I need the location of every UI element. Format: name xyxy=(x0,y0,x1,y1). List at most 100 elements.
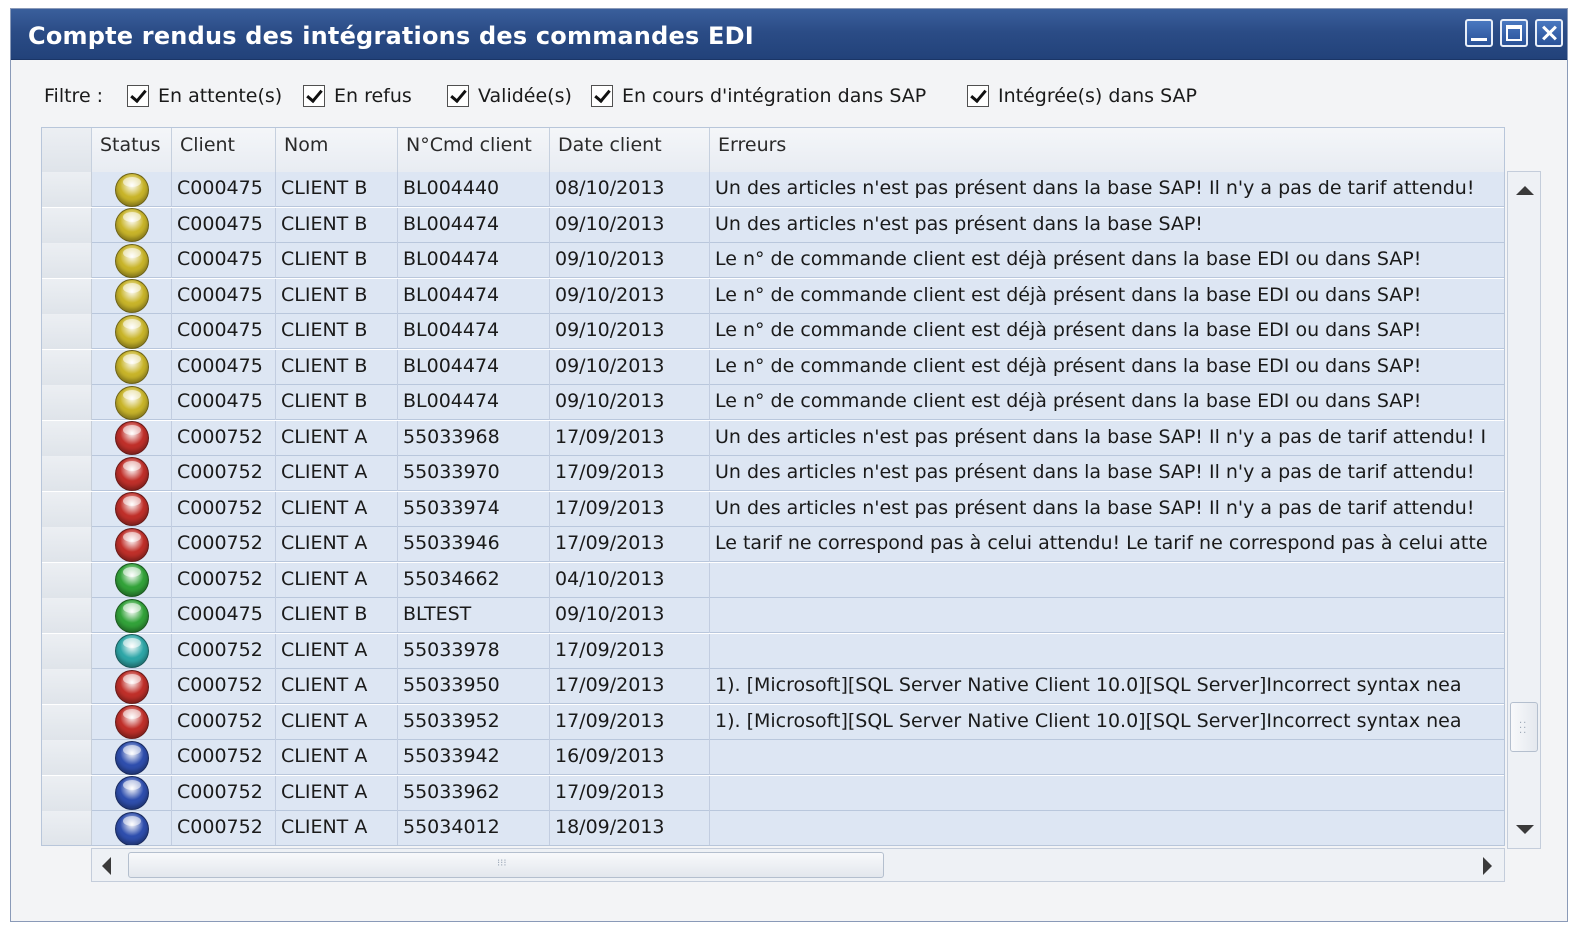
filter-option-label[interactable]: En cours d'intégration dans SAP xyxy=(622,85,926,107)
status-cell xyxy=(92,704,172,740)
table-row[interactable]: C000752 CLIENT A 55033978 17/09/2013 xyxy=(42,633,1504,669)
table-row[interactable]: C000475 CLIENT B BL004474 09/10/2013 Le n° d… xyxy=(42,243,1504,278)
date-client-header[interactable]: Date client xyxy=(550,128,710,172)
cmd-client-cell: 55034012 xyxy=(398,811,550,845)
red-status-icon xyxy=(114,421,149,455)
row-selector[interactable] xyxy=(42,243,92,278)
table-row[interactable]: C000752 CLIENT A 55034012 18/09/2013 xyxy=(42,811,1504,845)
vertical-scrollbar[interactable]: ·· ·· ·· xyxy=(1507,171,1541,849)
checkbox-icon[interactable] xyxy=(127,85,149,107)
yellow-status-icon xyxy=(114,172,149,207)
filter-option-label[interactable]: En attente(s) xyxy=(158,85,282,107)
vertical-scroll-thumb[interactable]: ·· ·· ·· xyxy=(1510,702,1538,752)
row-selector[interactable] xyxy=(42,598,92,633)
horizontal-scroll-thumb[interactable]: ⁝⁝⁝ xyxy=(128,852,884,878)
row-selector[interactable] xyxy=(42,527,92,562)
row-selector-header[interactable] xyxy=(42,128,92,172)
client-cell: C000475 xyxy=(172,349,276,385)
table-row[interactable]: C000752 CLIENT A 55033942 16/09/2013 xyxy=(42,740,1504,775)
scroll-down-icon[interactable] xyxy=(1516,825,1534,834)
title-bar[interactable]: Compte rendus des intégrations des comma… xyxy=(11,9,1567,60)
filter-option-label[interactable]: En refus xyxy=(334,85,412,107)
table-row[interactable]: C000475 CLIENT B BL004474 09/10/2013 Le n° d… xyxy=(42,278,1504,314)
row-selector[interactable] xyxy=(42,775,92,811)
filter-option[interactable]: Validée(s) xyxy=(447,82,572,110)
client-cell: C000752 xyxy=(172,420,276,456)
table-row[interactable]: C000752 CLIENT A 55034662 04/10/2013 xyxy=(42,562,1504,598)
filter-option[interactable]: En cours d'intégration dans SAP xyxy=(591,82,926,110)
row-selector[interactable] xyxy=(42,385,92,420)
status-cell xyxy=(92,349,172,385)
close-icon[interactable] xyxy=(1535,19,1563,47)
scroll-left-icon[interactable] xyxy=(102,857,111,875)
nom-cell: CLIENT B xyxy=(276,385,398,420)
cmd-client-cell: 55033974 xyxy=(398,491,550,527)
client-header[interactable]: Client xyxy=(172,128,276,172)
cmd-client-cell: BL004474 xyxy=(398,385,550,420)
table-row[interactable]: C000475 CLIENT B BLTEST 09/10/2013 xyxy=(42,598,1504,633)
row-selector[interactable] xyxy=(42,314,92,349)
cmd-client-cell: BL004474 xyxy=(398,349,550,385)
row-selector[interactable] xyxy=(42,456,92,491)
table-row[interactable]: C000752 CLIENT A 55033950 17/09/2013 1). [Mi… xyxy=(42,669,1504,704)
row-selector[interactable] xyxy=(42,278,92,314)
row-selector[interactable] xyxy=(42,740,92,775)
yellow-status-icon xyxy=(114,314,149,349)
table-row[interactable]: C000752 CLIENT A 55033970 17/09/2013 Un des … xyxy=(42,456,1504,491)
erreurs-header[interactable]: Erreurs xyxy=(710,128,1504,172)
table-row[interactable]: C000475 CLIENT B BL004474 09/10/2013 Le n° d… xyxy=(42,385,1504,420)
erreurs-cell: Le n° de commande client est déjà présen… xyxy=(710,314,1504,349)
filter-option-label[interactable]: Validée(s) xyxy=(478,85,572,107)
filter-option-label[interactable]: Intégrée(s) dans SAP xyxy=(998,85,1197,107)
blue-status-icon xyxy=(114,776,149,810)
table-row[interactable]: C000752 CLIENT A 55033952 17/09/2013 1). [Mi… xyxy=(42,704,1504,740)
row-selector[interactable] xyxy=(42,491,92,527)
status-cell xyxy=(92,172,172,207)
row-selector[interactable] xyxy=(42,811,92,845)
cmd-client-cell: BL004440 xyxy=(398,172,550,207)
yellow-status-icon xyxy=(114,385,149,420)
table-row[interactable]: C000475 CLIENT B BL004474 09/10/2013 Le n° d… xyxy=(42,349,1504,385)
scroll-up-icon[interactable] xyxy=(1516,186,1534,195)
scroll-right-icon[interactable] xyxy=(1483,857,1492,875)
date-client-cell: 18/09/2013 xyxy=(550,811,710,845)
nom-cell: CLIENT B xyxy=(276,207,398,243)
row-selector[interactable] xyxy=(42,633,92,669)
nom-header[interactable]: Nom xyxy=(276,128,398,172)
date-client-cell: 17/09/2013 xyxy=(550,420,710,456)
horizontal-scrollbar[interactable]: ⁝⁝⁝ xyxy=(91,848,1505,882)
cmd-client-header[interactable]: N°Cmd client xyxy=(398,128,550,172)
cmd-client-cell: 55034662 xyxy=(398,562,550,598)
table-row[interactable]: C000752 CLIENT A 55033946 17/09/2013 Le tari… xyxy=(42,527,1504,562)
client-cell: C000752 xyxy=(172,704,276,740)
status-header[interactable]: Status xyxy=(92,128,172,172)
row-selector[interactable] xyxy=(42,349,92,385)
filter-option[interactable]: En refus xyxy=(303,82,412,110)
table-row[interactable]: C000475 CLIENT B BL004474 09/10/2013 Le n° d… xyxy=(42,314,1504,349)
table-row[interactable]: C000752 CLIENT A 55033962 17/09/2013 xyxy=(42,775,1504,811)
table-row[interactable]: C000752 CLIENT A 55033968 17/09/2013 Un des … xyxy=(42,420,1504,456)
row-selector[interactable] xyxy=(42,669,92,704)
table-row[interactable]: C000475 CLIENT B BL004440 08/10/2013 Un des … xyxy=(42,172,1504,207)
checkbox-icon[interactable] xyxy=(967,85,989,107)
row-selector[interactable] xyxy=(42,172,92,207)
row-selector[interactable] xyxy=(42,207,92,243)
checkbox-icon[interactable] xyxy=(303,85,325,107)
date-client-cell: 17/09/2013 xyxy=(550,633,710,669)
erreurs-cell: Un des articles n'est pas présent dans l… xyxy=(710,208,1504,243)
erreurs-cell: Un des articles n'est pas présent dans l… xyxy=(710,421,1504,456)
row-selector[interactable] xyxy=(42,420,92,456)
checkbox-icon[interactable] xyxy=(591,85,613,107)
table-row[interactable]: C000752 CLIENT A 55033974 17/09/2013 Un des … xyxy=(42,491,1504,527)
row-selector[interactable] xyxy=(42,562,92,598)
status-cell xyxy=(92,207,172,243)
row-selector[interactable] xyxy=(42,704,92,740)
filter-option[interactable]: En attente(s) xyxy=(127,82,282,110)
maximize-icon[interactable] xyxy=(1500,19,1528,47)
minimize-icon[interactable] xyxy=(1465,19,1493,47)
table-row[interactable]: C000475 CLIENT B BL004474 09/10/2013 Un des … xyxy=(42,207,1504,243)
date-client-cell: 08/10/2013 xyxy=(550,172,710,207)
checkbox-icon[interactable] xyxy=(447,85,469,107)
filter-option[interactable]: Intégrée(s) dans SAP xyxy=(967,82,1197,110)
nom-cell: CLIENT B xyxy=(276,314,398,349)
